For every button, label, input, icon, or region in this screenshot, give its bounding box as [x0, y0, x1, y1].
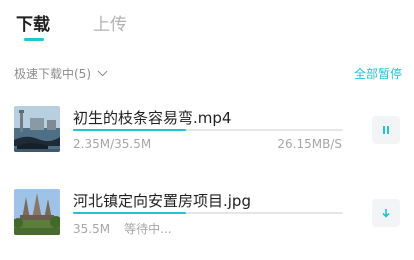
pause-all-button[interactable]: 全部暂停: [354, 65, 402, 82]
pause-button[interactable]: [372, 116, 400, 144]
section-title: 极速下载中(5): [14, 67, 91, 81]
active-tab-indicator: [24, 38, 44, 41]
section-toggle[interactable]: 极速下载中(5): [14, 65, 108, 82]
download-item[interactable]: 河北镇定向安置房项目.jpg 35.5M 等待中...: [0, 187, 414, 247]
image-thumbnail: [14, 189, 60, 235]
download-section-header: 极速下载中(5) 全部暂停: [0, 62, 414, 84]
progress-fill: [73, 212, 187, 214]
file-size: 35.5M: [73, 222, 111, 236]
file-meta: 35.5M 等待中...: [73, 220, 172, 237]
progress-fill: [73, 129, 187, 131]
pause-icon: [383, 126, 389, 134]
download-item[interactable]: 初生的枝条容易弯.mp4 2.35M/35.5M 26.15MB/S: [0, 104, 414, 164]
tab-upload[interactable]: 上传: [93, 10, 127, 35]
video-thumbnail: [14, 106, 60, 152]
tab-bar: 下载 上传: [0, 0, 414, 44]
download-status: 等待中...: [124, 222, 172, 236]
tab-download[interactable]: 下载: [16, 10, 50, 35]
file-name: 河北镇定向安置房项目.jpg: [73, 192, 251, 210]
progress-track: [73, 129, 343, 131]
file-progress-text: 2.35M/35.5M: [73, 137, 152, 151]
file-name: 初生的枝条容易弯.mp4: [73, 109, 232, 127]
progress-track: [73, 212, 343, 214]
download-button[interactable]: [372, 199, 400, 227]
download-icon: [382, 209, 390, 218]
download-speed: 26.15MB/S: [277, 137, 342, 151]
chevron-down-icon: [97, 66, 108, 77]
